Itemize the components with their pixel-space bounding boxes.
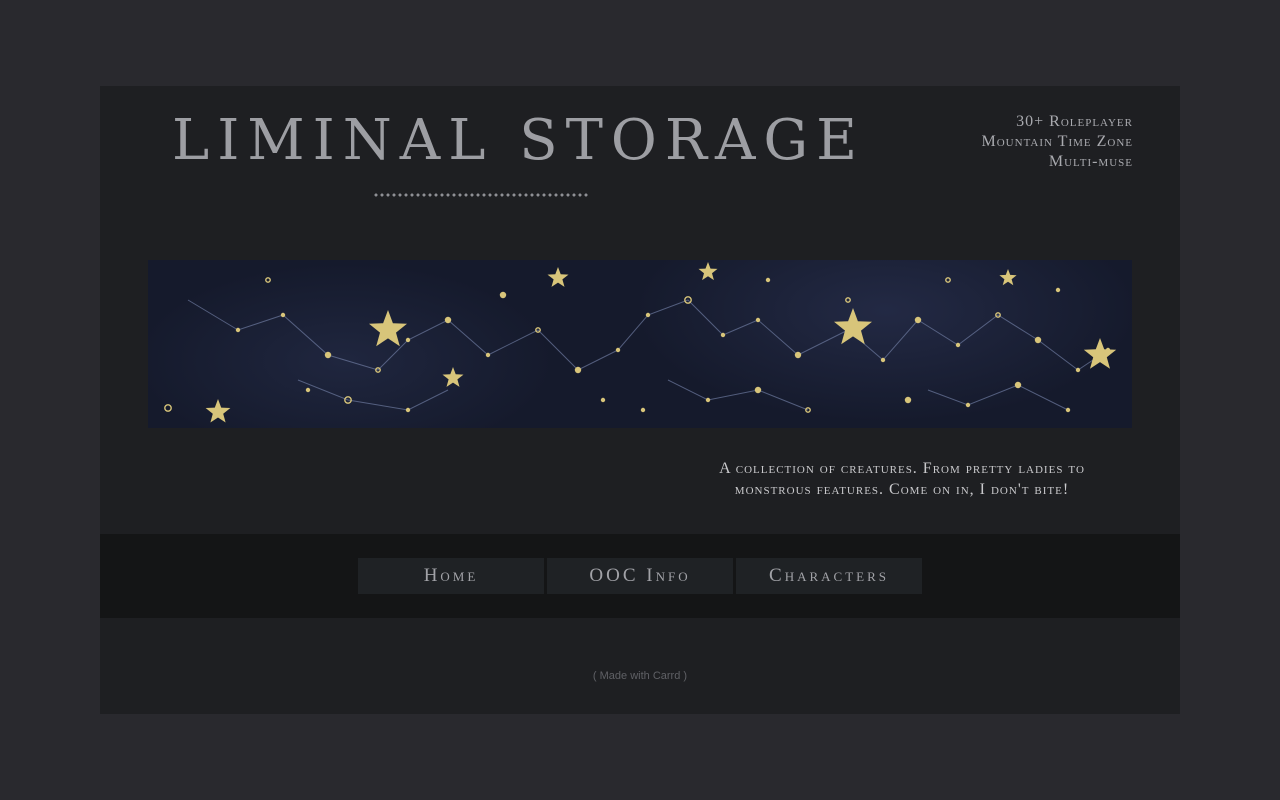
star-dot (765, 277, 771, 283)
site-title: Liminal Storage (172, 108, 866, 173)
star-dot (1055, 287, 1061, 293)
info-line-muse: Multi-muse (1048, 153, 1133, 170)
star-dot (499, 291, 507, 299)
star-shape (999, 269, 1017, 286)
info-block: 30+ Roleplayer Mountain Time Zone Multi-… (982, 112, 1133, 172)
star-dot (705, 397, 711, 403)
star-dot (615, 347, 621, 353)
star-dot (1105, 347, 1111, 353)
star-dot (720, 332, 726, 338)
star-dot (755, 317, 761, 323)
star-dot (845, 297, 851, 303)
star-dot (235, 327, 241, 333)
star-shape (205, 399, 231, 423)
star-shape (547, 267, 569, 287)
star-dot (405, 407, 411, 413)
info-line-age: 30+ Roleplayer (1016, 113, 1133, 130)
constellation-illustration (164, 262, 1117, 423)
constellation-line (297, 379, 449, 411)
star-dot (280, 312, 286, 318)
star-dot (164, 404, 172, 412)
star-dot (1034, 336, 1042, 344)
constellation-line (882, 314, 1039, 361)
constellation-line (187, 299, 379, 371)
constellation-line (617, 299, 759, 351)
star-dot (444, 316, 452, 324)
star-shape (698, 262, 718, 281)
constellation-banner-image (148, 260, 1132, 428)
star-shape (369, 310, 407, 347)
star-dot (405, 337, 411, 343)
star-dot (305, 387, 311, 393)
title-dotted-divider (373, 193, 589, 197)
star-dot (645, 312, 651, 318)
nav-ooc-info-button[interactable]: OOC Info (547, 558, 733, 594)
star-dot (1075, 367, 1081, 373)
star-dot (754, 386, 762, 394)
star-dot (794, 351, 802, 359)
star-dot (574, 366, 582, 374)
page-card: Liminal Storage 30+ Roleplayer Mountain … (100, 86, 1180, 714)
star-dot (600, 397, 606, 403)
star-dot (880, 357, 886, 363)
star-dot (1014, 381, 1022, 389)
tagline: A collection of creatures. From pretty l… (719, 460, 1085, 498)
star-dot (1065, 407, 1071, 413)
star-dot (485, 352, 491, 358)
star-dot (945, 277, 951, 283)
navigation-bar: Home OOC Info Characters (100, 534, 1180, 618)
star-dot (265, 277, 271, 283)
constellation-line (487, 329, 619, 371)
star-shape (442, 367, 464, 387)
star-shape (1083, 338, 1117, 369)
constellation-line (667, 379, 809, 411)
constellation-line (927, 384, 1069, 411)
nav-characters-button[interactable]: Characters (736, 558, 922, 594)
star-dot (640, 407, 646, 413)
star-dot (965, 402, 971, 408)
star-shape (834, 308, 872, 345)
star-dot (324, 351, 332, 359)
star-dot (904, 396, 912, 404)
star-dot (914, 316, 922, 324)
made-with-carrd-link[interactable]: ( Made with Carrd ) (100, 670, 1180, 682)
nav-home-button[interactable]: Home (358, 558, 544, 594)
star-dot (955, 342, 961, 348)
info-line-timezone: Mountain Time Zone (981, 133, 1133, 150)
